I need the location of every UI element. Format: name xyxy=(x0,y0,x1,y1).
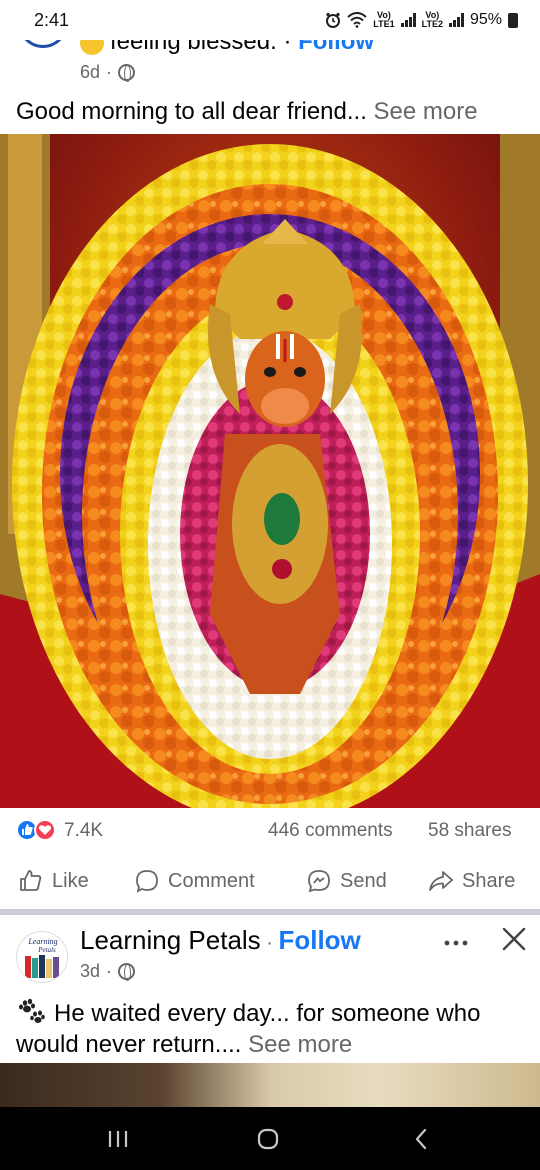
comment-button[interactable]: Comment xyxy=(134,868,255,894)
comment-icon xyxy=(136,870,158,893)
svg-text:Petals: Petals xyxy=(37,946,56,954)
send-button[interactable]: Send xyxy=(306,868,387,894)
recent-apps-icon[interactable] xyxy=(106,1127,130,1151)
page-name[interactable]: Learning Petals xyxy=(80,925,261,955)
wifi-icon xyxy=(347,12,367,28)
like-button[interactable]: Like xyxy=(18,868,89,894)
signal-icon xyxy=(448,13,464,27)
alarm-icon xyxy=(326,12,341,28)
globe-icon xyxy=(118,64,136,82)
close-button[interactable] xyxy=(500,925,528,953)
reactions-row: 7.4K 446 comments 58 shares xyxy=(0,816,540,846)
share-icon xyxy=(429,871,453,891)
post-actions: Like Comment Send Share xyxy=(0,858,540,904)
learning-petals-logo: Learning Petals xyxy=(25,937,59,978)
network-label-1: Vo) LTE1 xyxy=(373,10,395,29)
post-time: 3d xyxy=(80,961,101,981)
paw-prints-icon xyxy=(19,998,45,1023)
battery-percent: 95% xyxy=(469,11,502,28)
back-icon[interactable] xyxy=(410,1127,434,1151)
battery-icon xyxy=(508,12,518,28)
reaction-count[interactable]: 7.4K xyxy=(64,820,103,842)
messenger-icon xyxy=(308,870,330,893)
see-more-link[interactable]: See more xyxy=(248,1031,352,1058)
like-icon xyxy=(20,870,42,891)
reaction-icons[interactable] xyxy=(16,819,60,841)
post-image[interactable] xyxy=(0,134,540,808)
love-reaction-icon xyxy=(34,819,56,841)
globe-icon xyxy=(118,963,136,981)
status-bar: 2:41 Vo) LTE1 Vo) LTE2 95% xyxy=(0,0,540,40)
see-more-link[interactable]: See more xyxy=(374,98,478,125)
page-avatar[interactable]: Learning Petals xyxy=(16,931,68,983)
shares-count[interactable]: 58 shares xyxy=(428,820,511,842)
more-dots-icon xyxy=(444,940,468,946)
status-icons: Vo) LTE1 Vo) LTE2 95% xyxy=(325,11,518,29)
follow-button[interactable]: Follow xyxy=(278,925,360,955)
share-button[interactable]: Share xyxy=(428,868,515,894)
svg-text:Learning: Learning xyxy=(27,937,57,946)
network-label-2: Vo) LTE2 xyxy=(421,10,443,29)
post-card: Learning Petals Learning Petals · Follow… xyxy=(0,915,540,1065)
status-time: 2:41 xyxy=(34,9,70,30)
post-meta: 6d · xyxy=(80,62,136,83)
system-nav-bar xyxy=(0,1107,540,1170)
comments-count[interactable]: 446 comments xyxy=(268,820,393,842)
post-text: He waited every day... for someone who w… xyxy=(16,997,531,1060)
page-name-line: Learning Petals · Follow xyxy=(80,925,361,955)
post-image[interactable] xyxy=(0,1063,540,1107)
signal-icon xyxy=(400,13,416,27)
home-icon[interactable] xyxy=(256,1127,280,1151)
close-icon xyxy=(502,927,526,951)
more-options-button[interactable] xyxy=(444,927,468,953)
post-time: 6d xyxy=(80,62,101,82)
hanuman-idol-photo xyxy=(0,134,540,808)
post-text: Good morning to all dear friend... See m… xyxy=(16,98,478,125)
post-meta: 3d · xyxy=(80,961,136,982)
